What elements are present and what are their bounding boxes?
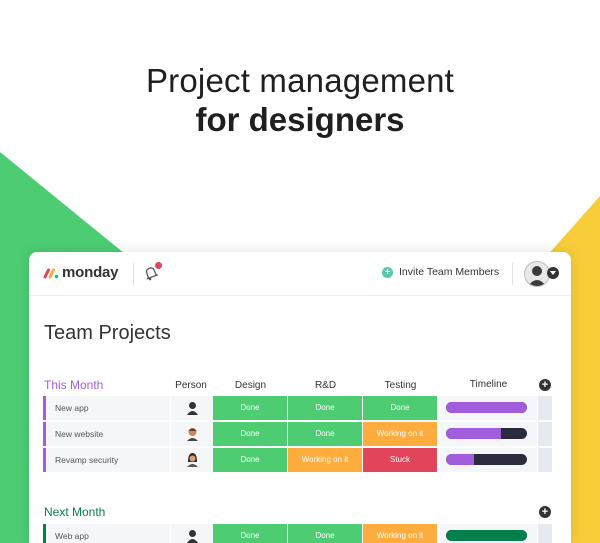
timeline-progress <box>446 454 475 465</box>
person-cell[interactable] <box>171 396 213 420</box>
plus-circle-icon: + <box>382 266 393 278</box>
person-avatar-icon <box>187 530 198 543</box>
timeline-bar <box>446 454 527 465</box>
timeline-cell[interactable] <box>440 396 537 420</box>
hero-title-line1: Project management <box>145 62 455 99</box>
status-cell-testing[interactable]: Stuck <box>363 448 437 472</box>
row-end-cell <box>538 448 552 472</box>
status-cell-design[interactable]: Done <box>213 448 287 472</box>
person-cell[interactable] <box>171 448 213 472</box>
status-cell-rd[interactable]: Done <box>288 422 362 446</box>
column-header-testing[interactable]: Testing <box>363 380 438 391</box>
row-end-cell <box>538 422 552 446</box>
user-avatar-icon <box>528 266 546 286</box>
table-row[interactable]: Web app Done Done Working on it <box>43 524 552 543</box>
logo-text: monday <box>62 264 119 281</box>
notification-badge <box>155 262 162 269</box>
timeline-progress <box>446 530 527 541</box>
group-title-next-month[interactable]: Next Month <box>44 505 105 519</box>
timeline-progress <box>446 402 527 413</box>
person-avatar-icon <box>187 402 198 415</box>
divider <box>133 263 134 285</box>
status-cell-design[interactable]: Done <box>213 396 287 420</box>
row-end-cell <box>538 524 552 543</box>
person-cell[interactable] <box>171 422 213 446</box>
add-item-icon[interactable]: + <box>539 506 551 518</box>
monday-logo-icon <box>43 268 59 278</box>
row-end-cell <box>538 396 552 420</box>
item-name[interactable]: New app <box>43 396 170 420</box>
timeline-cell[interactable] <box>440 448 537 472</box>
invite-label: Invite Team Members <box>399 266 500 278</box>
table-row[interactable]: New website Done Done Working on it <box>43 422 552 446</box>
top-bar: monday + Invite Team Members <box>29 252 571 296</box>
column-header-design[interactable]: Design <box>213 380 288 391</box>
timeline-bar <box>446 428 527 439</box>
item-name[interactable]: Revamp security <box>43 448 170 472</box>
column-header-rd[interactable]: R&D <box>288 380 363 391</box>
timeline-bar <box>446 530 527 541</box>
status-cell-rd[interactable]: Done <box>288 396 362 420</box>
board-title: Team Projects <box>44 322 171 344</box>
column-header-timeline[interactable]: Timeline <box>440 379 537 390</box>
person-avatar-icon <box>187 428 198 441</box>
timeline-cell[interactable] <box>440 422 537 446</box>
status-cell-design[interactable]: Done <box>213 422 287 446</box>
hero-title-line2: for designers <box>195 101 405 138</box>
divider <box>512 263 513 285</box>
status-cell-testing[interactable]: Done <box>363 396 437 420</box>
monday-logo[interactable]: monday <box>43 264 119 281</box>
table-row[interactable]: New app Done Done Done <box>43 396 552 420</box>
group-title-this-month[interactable]: This Month <box>44 378 103 392</box>
item-name[interactable]: Web app <box>43 524 170 543</box>
app-window: monday + Invite Team Members Team Projec… <box>29 252 571 543</box>
table-row[interactable]: Revamp security Done Working on it Stuck <box>43 448 552 472</box>
status-cell-testing[interactable]: Working on it <box>363 524 437 543</box>
status-cell-testing[interactable]: Working on it <box>363 422 437 446</box>
timeline-progress <box>446 428 502 439</box>
person-avatar-icon <box>187 453 198 467</box>
invite-team-members-button[interactable]: + Invite Team Members <box>382 266 499 278</box>
status-cell-rd[interactable]: Done <box>288 524 362 543</box>
column-header-person[interactable]: Person <box>171 380 211 391</box>
add-column-icon[interactable]: + <box>539 379 551 391</box>
timeline-bar <box>446 402 527 413</box>
status-cell-design[interactable]: Done <box>213 524 287 543</box>
item-name[interactable]: New website <box>43 422 170 446</box>
chevron-down-icon[interactable] <box>547 267 559 279</box>
timeline-cell[interactable] <box>440 524 537 543</box>
person-cell[interactable] <box>171 524 213 543</box>
status-cell-rd[interactable]: Working on it <box>288 448 362 472</box>
